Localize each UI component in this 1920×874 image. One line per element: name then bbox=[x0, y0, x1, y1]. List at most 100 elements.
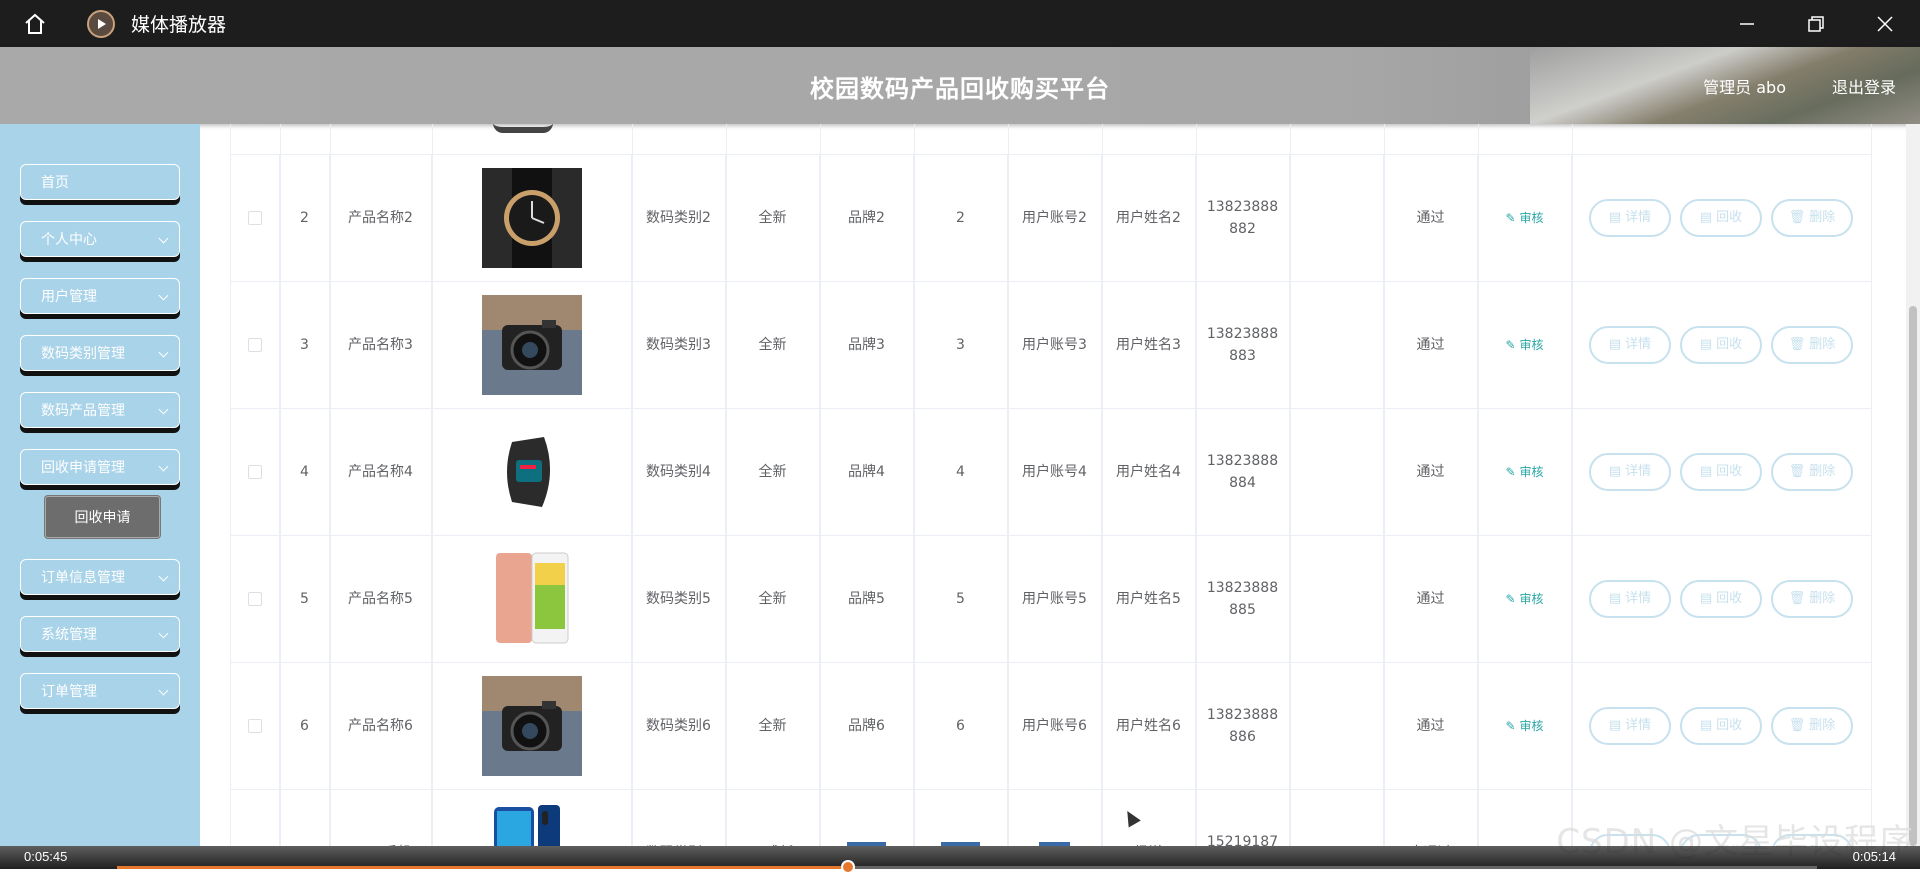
audit-button[interactable]: ✎审核 bbox=[1505, 588, 1543, 610]
phone: 13823888 886 bbox=[1207, 704, 1278, 748]
row-checkbox[interactable] bbox=[247, 211, 262, 225]
recycle-button[interactable]: ▤回收 bbox=[1680, 199, 1762, 237]
phone-cell: 15219187575 bbox=[1196, 790, 1290, 846]
audit-label: 审核 bbox=[1519, 211, 1544, 225]
detail-button[interactable]: ▤详情 bbox=[1589, 707, 1671, 745]
detail-button[interactable]: ▤详情 bbox=[1589, 580, 1671, 618]
vertical-scrollbar[interactable] bbox=[1906, 124, 1920, 846]
delete-button[interactable]: 🗑删除 bbox=[1771, 453, 1853, 491]
row-checkbox[interactable] bbox=[247, 465, 262, 479]
detail-label: 详情 bbox=[1625, 337, 1652, 352]
chevron-down-icon bbox=[158, 628, 169, 639]
user-account: 用户账号5 bbox=[1022, 591, 1087, 607]
close-icon[interactable] bbox=[1850, 0, 1920, 47]
user-account: 用户账号6 bbox=[1022, 718, 1087, 734]
condition-cell: 全新 bbox=[726, 155, 820, 281]
detail-label: 详情 bbox=[1625, 591, 1652, 606]
row-checkbox-cell bbox=[230, 790, 280, 846]
table-row: 3 产品名称3 数码类别3 全新 品牌3 3 用户账号3 用户姓名3 13823888 883 通过… bbox=[230, 282, 1872, 409]
sidebar-item-personal-center[interactable]: 个人中心 bbox=[20, 221, 180, 257]
smartwatch-icon[interactable] bbox=[481, 422, 582, 522]
row-checkbox[interactable] bbox=[247, 338, 262, 352]
sidebar-item-recycle-management[interactable]: 回收申请管理 bbox=[20, 449, 180, 485]
row-checkbox-cell bbox=[230, 409, 280, 535]
seek-knob[interactable] bbox=[841, 860, 855, 874]
camera-icon[interactable] bbox=[481, 676, 582, 776]
index-cell: 5 bbox=[280, 536, 330, 662]
document-icon: ▤ bbox=[1699, 464, 1713, 479]
delete-label: 删除 bbox=[1809, 210, 1836, 225]
delete-button[interactable]: 🗑删除 bbox=[1771, 580, 1853, 618]
empty-cell bbox=[1290, 155, 1384, 281]
phone-line-1: 13823888 bbox=[1206, 453, 1279, 469]
table-row: 2 产品名称2 数码类别2 全新 品牌2 2 用户账号2 用户姓名2 13823888 882 通过… bbox=[230, 155, 1872, 282]
product-image-partial bbox=[493, 124, 553, 133]
admin-user-label: 管理员 abo bbox=[1703, 78, 1786, 97]
detail-label: 详情 bbox=[1625, 718, 1652, 733]
recycle-button[interactable]: ▤回收 bbox=[1680, 453, 1762, 491]
restore-icon[interactable] bbox=[1781, 0, 1851, 47]
sidebar-item-order-management[interactable]: 订单管理 bbox=[20, 673, 180, 709]
quantity: 5 bbox=[956, 591, 965, 607]
sidebar-item-label: 数码产品管理 bbox=[41, 403, 125, 419]
quantity-cell: 4 bbox=[914, 409, 1008, 535]
media-player-logo-icon bbox=[87, 9, 115, 38]
recycle-button[interactable]: ▤回收 bbox=[1680, 707, 1762, 745]
image-cell bbox=[432, 409, 632, 535]
audit-button[interactable]: ✎审核 bbox=[1505, 461, 1543, 483]
image-cell bbox=[432, 536, 632, 662]
audit-cell: ✎审核 bbox=[1478, 536, 1572, 662]
phone-cell: 13823888 883 bbox=[1196, 282, 1290, 408]
watch-icon[interactable] bbox=[481, 168, 582, 268]
audit-cell: ✎审核 bbox=[1478, 155, 1572, 281]
home-icon[interactable] bbox=[0, 0, 70, 47]
scrollbar-thumb[interactable] bbox=[1909, 306, 1917, 846]
row-checkbox-cell bbox=[230, 536, 280, 662]
delete-button[interactable]: 🗑删除 bbox=[1771, 326, 1853, 364]
row-checkbox[interactable] bbox=[247, 719, 262, 733]
sidebar-item-label: 个人中心 bbox=[41, 232, 97, 248]
condition: 全新 bbox=[758, 337, 787, 353]
audit-button[interactable]: ✎审核 bbox=[1505, 334, 1543, 356]
delete-button[interactable]: 🗑删除 bbox=[1771, 707, 1853, 745]
sidebar-item-label: 系统管理 bbox=[41, 627, 97, 643]
status-cell: 通过 bbox=[1384, 536, 1478, 662]
row-checkbox-cell bbox=[230, 663, 280, 789]
brand: 品牌4 bbox=[848, 464, 885, 480]
delete-button[interactable]: 🗑删除 bbox=[1771, 199, 1853, 237]
sidebar-item-order-info-management[interactable]: 订单信息管理 bbox=[20, 559, 180, 595]
empty-cell bbox=[1290, 663, 1384, 789]
logout-link[interactable]: 退出登录 bbox=[1832, 74, 1896, 98]
sidebar-item-category-management[interactable]: 数码类别管理 bbox=[20, 335, 180, 371]
trash-icon: 🗑 bbox=[1788, 210, 1806, 225]
quantity-cell: 2 bbox=[914, 155, 1008, 281]
recycle-button[interactable]: ▤回收 bbox=[1680, 580, 1762, 618]
recycle-button[interactable]: ▤回收 bbox=[1680, 326, 1762, 364]
account-cell: 用户账号6 bbox=[1008, 663, 1102, 789]
detail-button[interactable]: ▤详情 bbox=[1589, 199, 1671, 237]
document-icon: ▤ bbox=[1608, 337, 1622, 352]
sidebar-item-home[interactable]: 首页 bbox=[20, 164, 180, 200]
document-icon: ▤ bbox=[1608, 210, 1622, 225]
quantity-cell: 3 bbox=[914, 282, 1008, 408]
phone-icon[interactable] bbox=[481, 549, 582, 649]
user-name: 用户姓名2 bbox=[1116, 210, 1181, 226]
detail-button[interactable]: ▤详情 bbox=[1589, 453, 1671, 491]
user-account: 用户账号2 bbox=[1022, 210, 1087, 226]
sidebar-item-system-management[interactable]: 系统管理 bbox=[20, 616, 180, 652]
detail-button[interactable]: ▤详情 bbox=[1589, 326, 1671, 364]
chevron-down-icon bbox=[158, 685, 169, 696]
sidebar-subitem-recycle-apply[interactable]: 回收申请 bbox=[45, 496, 160, 538]
row-checkbox[interactable] bbox=[247, 592, 262, 606]
phone-blue-icon[interactable] bbox=[481, 803, 582, 846]
audit-button[interactable]: ✎审核 bbox=[1505, 207, 1543, 229]
actions-cell: ▤详情▤回收🗑删除 bbox=[1572, 409, 1871, 535]
audit-button[interactable]: ✎审核 bbox=[1505, 715, 1543, 737]
sidebar-item-product-management[interactable]: 数码产品管理 bbox=[20, 392, 180, 428]
name-cell: 产品名称5 bbox=[330, 536, 432, 662]
camera-icon[interactable] bbox=[481, 295, 582, 395]
recycle-label: 回收 bbox=[1716, 718, 1743, 733]
audit-cell: ✎审核 bbox=[1478, 282, 1572, 408]
sidebar-item-user-management[interactable]: 用户管理 bbox=[20, 278, 180, 314]
minimize-icon[interactable] bbox=[1712, 0, 1782, 47]
